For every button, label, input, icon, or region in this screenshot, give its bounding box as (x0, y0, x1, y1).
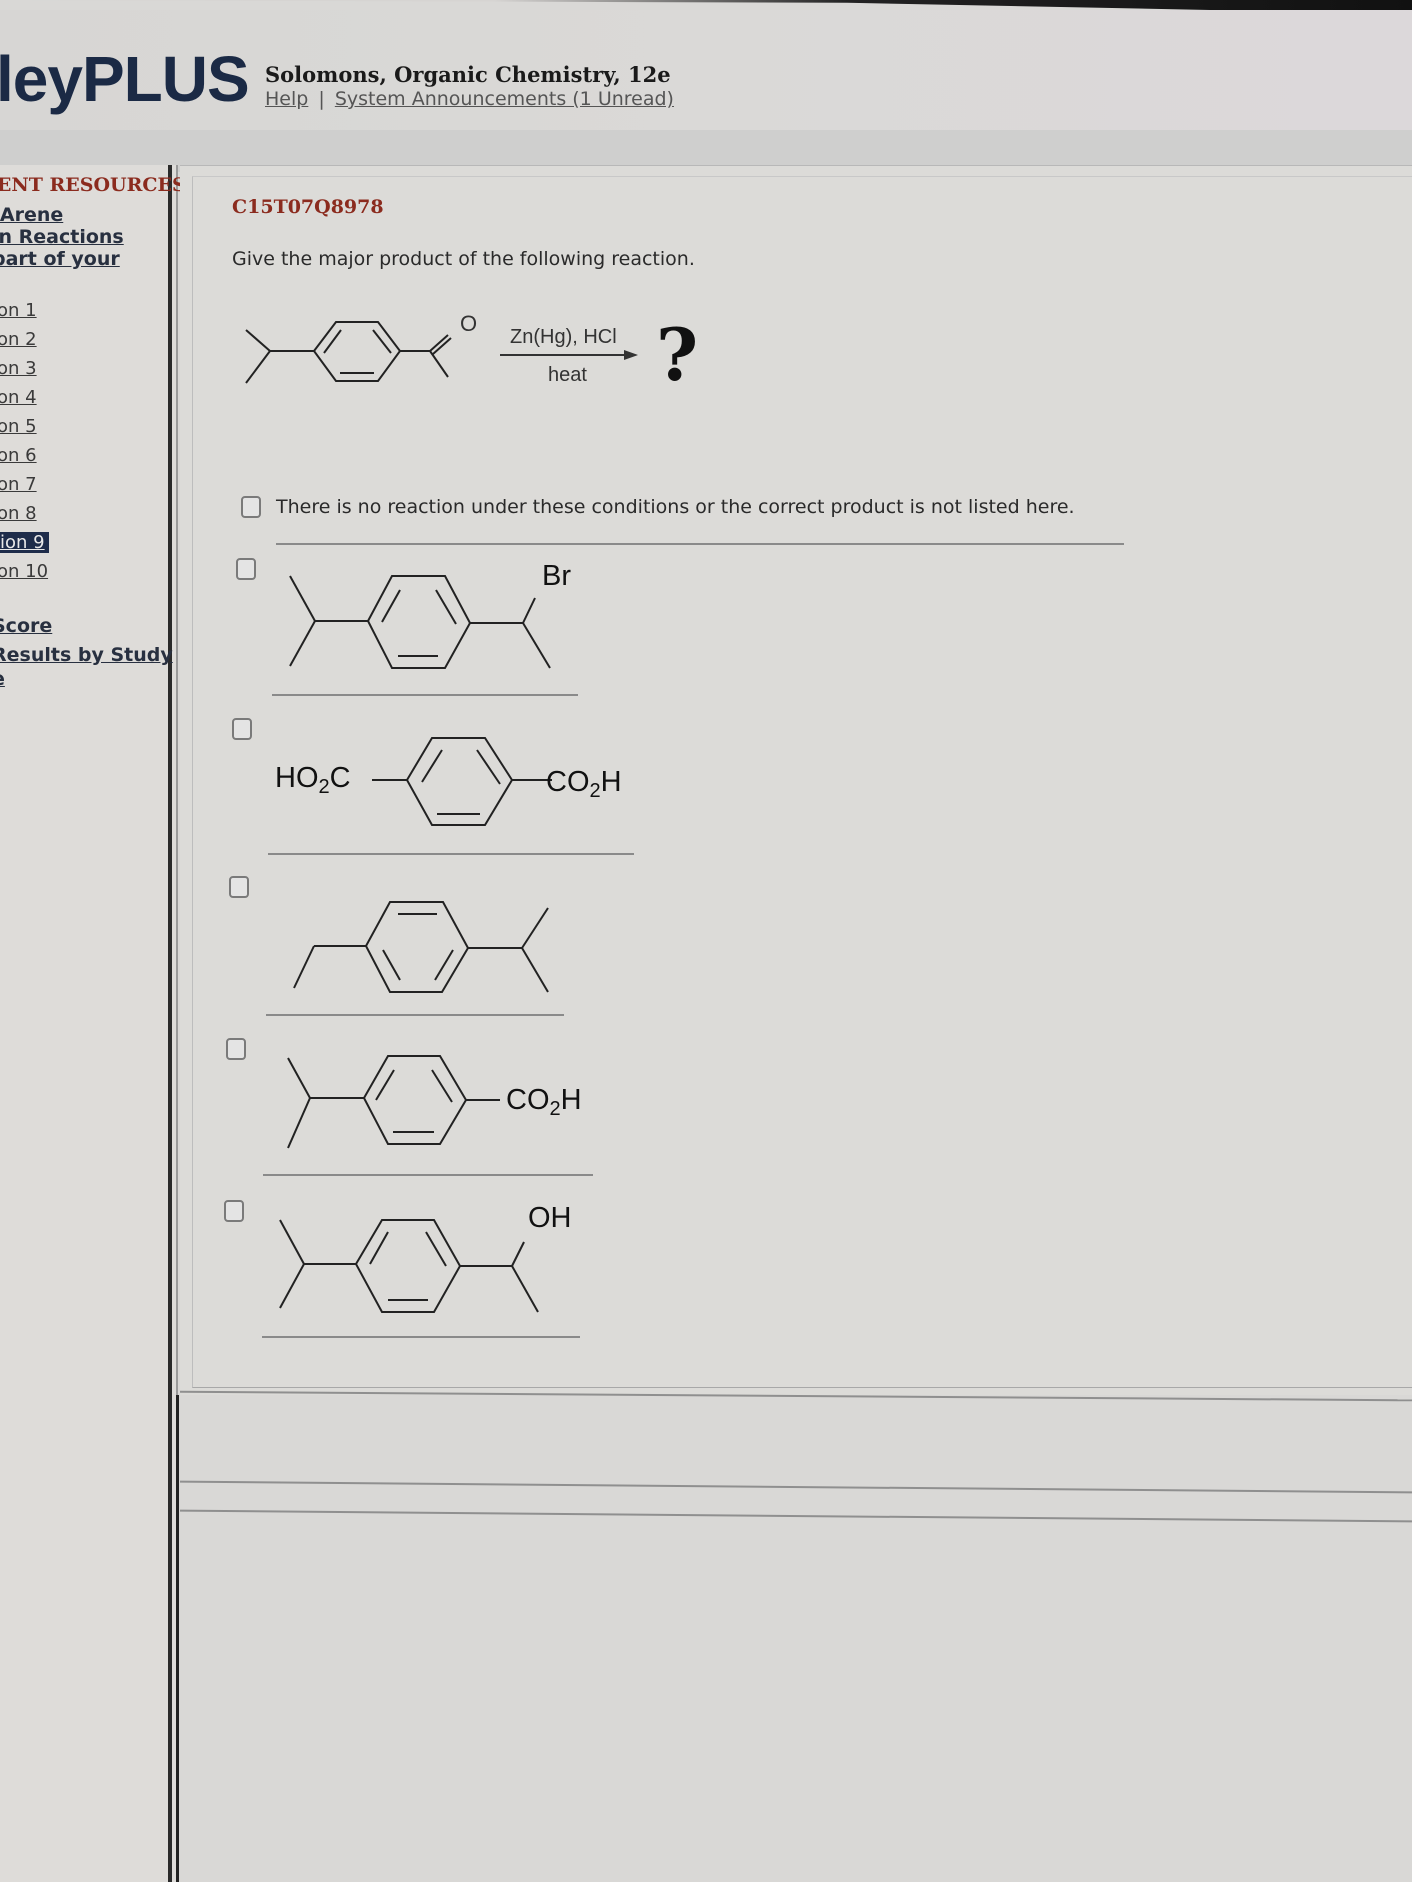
h-text: H (600, 766, 622, 798)
product-question-mark: ? (656, 312, 699, 397)
footer-border-top (180, 1480, 1412, 1494)
carbonyl-oxygen-label: O (460, 311, 477, 336)
option-6-structure (279, 1219, 539, 1313)
option-divider (272, 694, 578, 696)
link-separator: | (318, 88, 325, 110)
resource-link-arene[interactable]: -Arene (0, 204, 63, 226)
reagent-below-arrow: heat (548, 364, 587, 386)
sidebar-divider (168, 165, 172, 1882)
co-text: CO (546, 766, 590, 798)
option-divider (266, 1014, 564, 1016)
co-text: CO (506, 1084, 550, 1116)
sidebar-question-5[interactable]: ion 5 (0, 416, 37, 437)
sidebar-question-3[interactable]: ion 3 (0, 358, 37, 379)
option-3-right-group: CO2H (546, 766, 622, 803)
help-link[interactable]: Help (265, 88, 308, 110)
footer-border-bottom (180, 1509, 1412, 1523)
option-3-left-group: HO2C (275, 762, 351, 799)
reactant-structure: O (245, 311, 477, 384)
option-4-checkbox[interactable] (229, 876, 249, 898)
option-6-oh-label: OH (528, 1202, 572, 1234)
sidebar-divider-lower (176, 1395, 179, 1882)
sidebar-question-9[interactable]: ion 9 (0, 532, 49, 553)
option-2-checkbox[interactable] (236, 558, 256, 580)
subscript: 2 (589, 780, 601, 802)
option-6-checkbox[interactable] (224, 1200, 244, 1222)
app-logo: leyPLUS (0, 43, 250, 115)
ho-text: HO (275, 762, 319, 794)
course-title: Solomons, Organic Chemistry, 12e (265, 62, 671, 87)
option-1-label: There is no reaction under these conditi… (276, 496, 1075, 518)
sidebar-question-7[interactable]: ion 7 (0, 474, 37, 495)
option-2-br-label: Br (542, 560, 571, 592)
reagent-above-arrow: Zn(Hg), HCl (510, 326, 617, 348)
sidebar-question-10[interactable]: ion 10 (0, 561, 48, 582)
sidebar-score-link[interactable]: Score (0, 615, 52, 637)
resource-link-part-of-your[interactable]: part of your (0, 248, 120, 270)
header: leyPLUS Solomons, Organic Chemistry, 12e… (0, 10, 1412, 130)
c-text: C (329, 762, 351, 794)
option-divider (268, 853, 634, 855)
sidebar-question-1[interactable]: ion 1 (0, 300, 37, 321)
option-3-structure (372, 737, 552, 826)
reactant-bonds (245, 321, 452, 384)
header-links: Help | System Announcements (1 Unread) (265, 88, 674, 110)
resource-link-reactions[interactable]: in Reactions (0, 226, 124, 248)
sidebar-question-2[interactable]: ion 2 (0, 329, 37, 350)
subscript: 2 (318, 776, 330, 798)
h-text: H (560, 1084, 582, 1116)
option-4-structure (293, 901, 549, 993)
option-divider (276, 543, 1124, 545)
sidebar-heading: IENT RESOURCES (0, 174, 186, 196)
option-2-structure (289, 575, 551, 669)
question-id: C15T07Q8978 (232, 196, 384, 218)
option-divider (263, 1174, 593, 1176)
option-1-checkbox[interactable] (241, 496, 261, 518)
sidebar-question-8[interactable]: ion 8 (0, 503, 37, 524)
sidebar-question-4[interactable]: ion 4 (0, 387, 37, 408)
question-prompt: Give the major product of the following … (232, 248, 695, 270)
option-divider (262, 1336, 580, 1338)
sidebar-question-6[interactable]: ion 6 (0, 445, 37, 466)
system-announcements-link[interactable]: System Announcements (1 Unread) (335, 88, 674, 110)
option-5-right-group: CO2H (506, 1084, 582, 1121)
sidebar-results-by-study-link[interactable]: Results by Study (0, 644, 173, 666)
sidebar-truncated-link[interactable]: e (0, 668, 5, 690)
option-5-checkbox[interactable] (226, 1038, 246, 1060)
subscript: 2 (549, 1098, 561, 1120)
reaction-arrow (500, 350, 638, 360)
option-3-checkbox[interactable] (232, 718, 252, 740)
option-5-structure (287, 1055, 500, 1149)
